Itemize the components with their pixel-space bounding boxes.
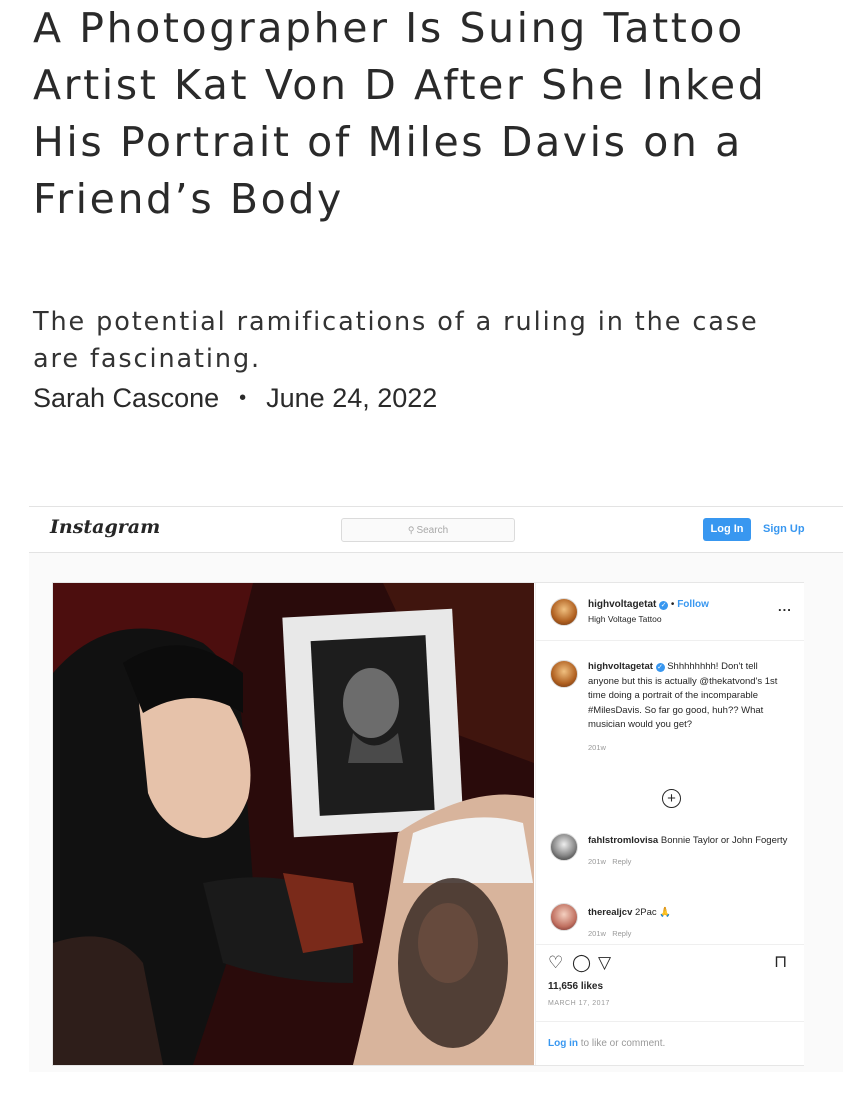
reply-link[interactable]: Reply	[612, 929, 631, 938]
follow-button[interactable]: Follow	[677, 599, 709, 610]
more-options-icon[interactable]: ...	[778, 599, 792, 614]
comment-icon[interactable]: ◯	[572, 953, 591, 973]
comment-meta: 201w Reply	[588, 927, 798, 942]
reply-link[interactable]: Reply	[612, 857, 631, 866]
comment-avatar[interactable]	[550, 833, 578, 861]
follow-separator: •	[670, 599, 675, 610]
verified-badge-icon: ✓	[655, 663, 665, 672]
search-input[interactable]: ⚲ Search	[341, 518, 515, 542]
comment-meta: 201w Reply	[588, 855, 798, 870]
comment-username[interactable]: fahlstromlovisa	[588, 835, 658, 846]
header-user-line: highvoltagetat ✓ • Follow	[588, 599, 709, 610]
comment-username[interactable]: therealjcv	[588, 907, 632, 918]
post-username[interactable]: highvoltagetat	[588, 599, 656, 610]
bookmark-icon[interactable]: ⊓	[774, 952, 787, 972]
comment-text: 2Pac 🙏	[635, 907, 672, 918]
heart-icon[interactable]: ♡	[548, 953, 563, 973]
article-headline: A Photographer Is Suing Tattoo Artist Ka…	[33, 4, 767, 223]
comment-item: therealjcv 2Pac 🙏 201w Reply	[588, 906, 798, 941]
signup-link[interactable]: Sign Up	[763, 523, 805, 535]
post-header: highvoltagetat ✓ • Follow High Voltage T…	[536, 583, 804, 641]
comment-time[interactable]: 201w	[588, 929, 606, 938]
post-sidebar: highvoltagetat ✓ • Follow High Voltage T…	[535, 583, 804, 1065]
caption-time[interactable]: 201w	[588, 741, 788, 756]
likes-count[interactable]: 11,656 likes	[548, 981, 603, 992]
instagram-embed-screenshot: Instagram ⚲ Search Log In Sign Up highvo…	[29, 506, 843, 1072]
article-dek: The potential ramifications of a ruling …	[33, 307, 759, 374]
avatar[interactable]	[550, 598, 578, 626]
search-icon: ⚲	[407, 525, 415, 535]
caption-username[interactable]: highvoltagetat	[588, 661, 653, 672]
verified-badge-icon: ✓	[659, 601, 669, 610]
byline-separator: •	[239, 387, 247, 409]
publish-date: June 24, 2022	[266, 383, 438, 413]
comment-time[interactable]: 201w	[588, 857, 606, 866]
plus-circle-icon[interactable]: +	[662, 789, 681, 808]
byline: Sarah Cascone • June 24, 2022	[33, 383, 437, 414]
login-to-comment-bar: Log in to like or comment.	[536, 1021, 804, 1065]
comment-text: Bonnie Taylor or John Fogerty	[660, 835, 788, 846]
search-placeholder: Search	[416, 525, 449, 536]
login-button[interactable]: Log In	[703, 518, 751, 541]
instagram-logo[interactable]: Instagram	[50, 516, 160, 538]
instagram-post: highvoltagetat ✓ • Follow High Voltage T…	[52, 582, 804, 1066]
tattoo-photo-illustration	[53, 583, 534, 1065]
caption-avatar[interactable]	[550, 660, 578, 688]
share-icon[interactable]: ▽	[598, 953, 611, 973]
comment-item: fahlstromlovisa Bonnie Taylor or John Fo…	[588, 834, 798, 869]
post-actions: ♡ ◯ ▽ ⊓ 11,656 likes MARCH 17, 2017	[536, 944, 804, 1025]
instagram-top-bar: Instagram ⚲ Search Log In Sign Up	[29, 507, 843, 553]
comment-avatar[interactable]	[550, 903, 578, 931]
post-caption: highvoltagetat ✓ Shhhhhhhh! Don't tell a…	[588, 660, 788, 755]
author-name[interactable]: Sarah Cascone	[33, 383, 219, 413]
post-date[interactable]: MARCH 17, 2017	[548, 1000, 610, 1007]
login-suffix: to like or comment.	[580, 1038, 666, 1049]
account-display-name: High Voltage Tattoo	[588, 614, 662, 624]
login-link[interactable]: Log in	[548, 1038, 578, 1049]
post-photo	[53, 583, 534, 1065]
